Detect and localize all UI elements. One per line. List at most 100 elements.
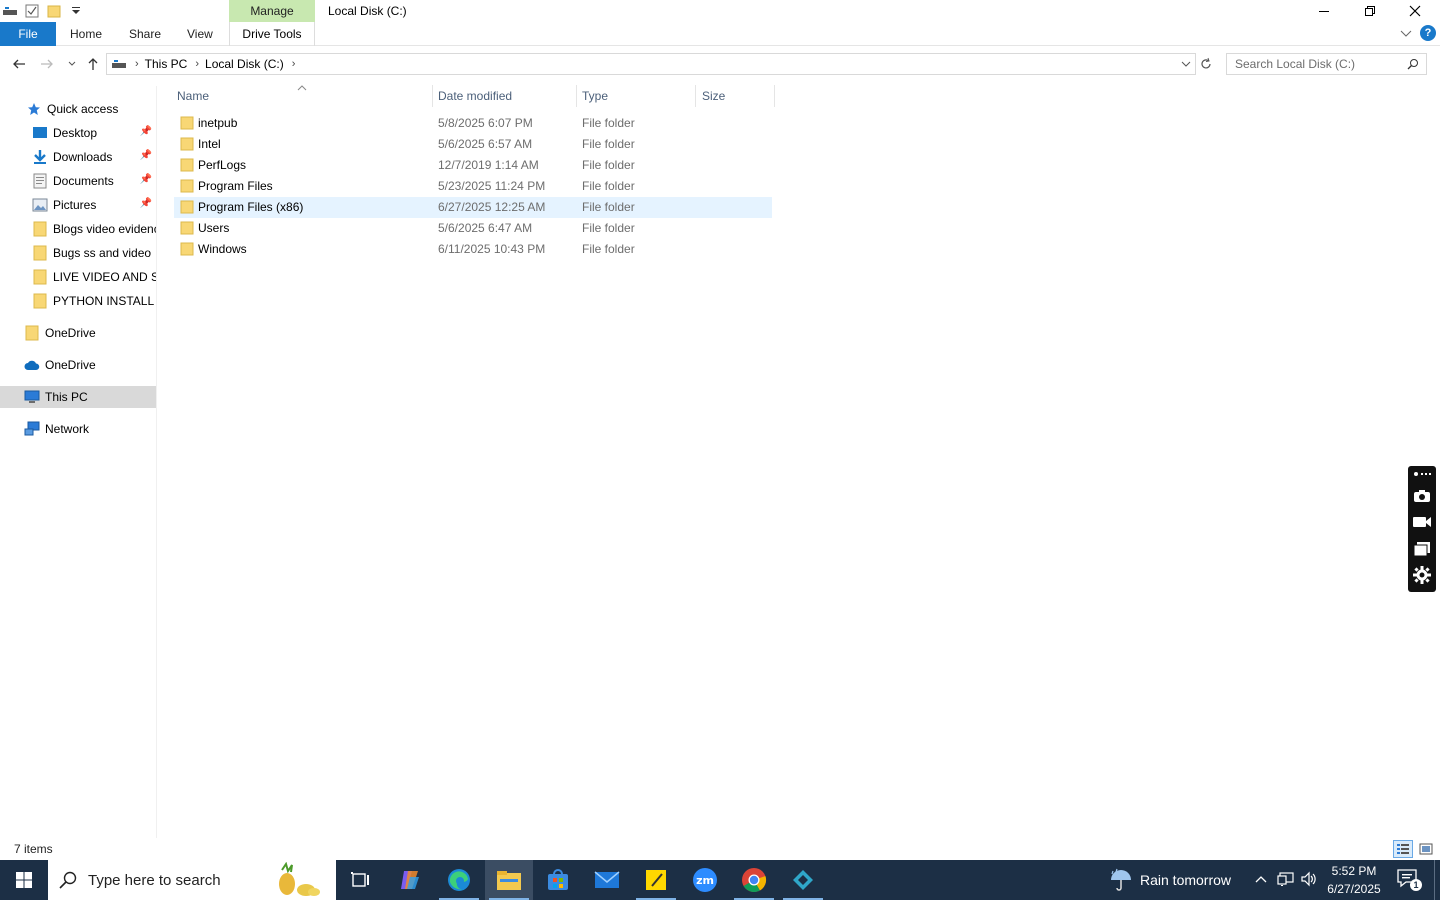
- chrome-app-button[interactable]: [730, 860, 778, 900]
- nav-downloads[interactable]: Downloads 📌: [0, 146, 156, 168]
- star-icon: [26, 101, 42, 117]
- search-icon[interactable]: [1407, 58, 1419, 73]
- column-header-type[interactable]: Type: [576, 85, 696, 107]
- search-input[interactable]: Search Local Disk (C:): [1226, 53, 1427, 75]
- system-clock[interactable]: 5:52 PM 6/27/2025: [1318, 862, 1390, 898]
- tab-share[interactable]: Share: [129, 22, 161, 46]
- close-button[interactable]: [1392, 0, 1438, 22]
- nav-quick-access[interactable]: Quick access: [0, 98, 156, 120]
- pineapple-icon: [279, 862, 320, 896]
- tab-drive-tools[interactable]: Drive Tools: [229, 22, 315, 46]
- taskbar-search-box[interactable]: Type here to search: [48, 860, 336, 900]
- mail-app-button[interactable]: [583, 860, 631, 900]
- expand-ribbon-chevron-icon[interactable]: [1400, 28, 1412, 42]
- weather-widget[interactable]: Rain tomorrow: [1108, 860, 1231, 900]
- search-placeholder: Search Local Disk (C:): [1235, 57, 1356, 71]
- nav-documents[interactable]: Documents 📌: [0, 170, 156, 192]
- tab-view[interactable]: View: [187, 22, 213, 46]
- table-row[interactable]: Program Files 5/23/2025 11:24 PM File fold…: [174, 176, 772, 197]
- file-explorer-app-button[interactable]: [485, 860, 533, 900]
- start-button[interactable]: [0, 860, 48, 900]
- camera-icon[interactable]: [1412, 486, 1432, 506]
- help-button[interactable]: ?: [1420, 25, 1436, 41]
- restore-button[interactable]: [1347, 0, 1393, 22]
- file-date-modified: 5/6/2025 6:47 AM: [438, 221, 533, 235]
- breadcrumb-this-pc[interactable]: This PC: [145, 57, 188, 71]
- task-view-icon: [351, 872, 369, 887]
- gear-icon[interactable]: [1412, 565, 1432, 585]
- taskbar-search-placeholder: Type here to search: [88, 871, 221, 889]
- nav-recent-folder[interactable]: Bugs ss and video: [0, 242, 156, 264]
- nav-network[interactable]: Network: [0, 418, 156, 440]
- file-type: File folder: [582, 242, 635, 256]
- up-button[interactable]: [83, 54, 103, 74]
- large-icons-view-button[interactable]: [1416, 840, 1436, 858]
- copilot-app-button[interactable]: [386, 860, 434, 900]
- sticky-notes-app-button[interactable]: [632, 860, 680, 900]
- tab-file[interactable]: File: [0, 22, 56, 46]
- video-camera-icon[interactable]: [1412, 512, 1432, 532]
- desktop-icon: [32, 125, 48, 141]
- sticky-notes-icon: [646, 870, 666, 890]
- back-button[interactable]: [9, 54, 29, 74]
- qat-customize-icon[interactable]: [66, 1, 86, 21]
- tab-home[interactable]: Home: [70, 22, 102, 46]
- forward-button[interactable]: [37, 54, 57, 74]
- nav-label: Blogs video evidenc: [53, 222, 156, 236]
- table-row[interactable]: Intel 5/6/2025 6:57 AM File folder: [174, 134, 772, 155]
- volume-icon[interactable]: [1300, 871, 1318, 890]
- refresh-icon[interactable]: [1199, 57, 1213, 74]
- properties-icon[interactable]: [22, 1, 42, 21]
- table-row[interactable]: Windows 6/11/2025 10:43 PM File folder: [174, 239, 772, 260]
- nav-recent-folder[interactable]: PYTHON INSTALL A: [0, 290, 156, 312]
- clock-date: 6/27/2025: [1327, 882, 1381, 896]
- file-date-modified: 12/7/2019 1:14 AM: [438, 158, 539, 172]
- zoom-app-button[interactable]: zm: [681, 860, 729, 900]
- folder-icon: [180, 158, 194, 172]
- nav-onedrive-folder[interactable]: OneDrive: [0, 322, 156, 344]
- details-view-button[interactable]: [1393, 840, 1413, 858]
- action-center-button[interactable]: 1: [1396, 868, 1424, 892]
- forward-arrow-icon: [41, 59, 53, 69]
- file-date-modified: 6/11/2025 10:43 PM: [438, 242, 546, 256]
- more-options-icon[interactable]: [1412, 467, 1432, 481]
- nav-pictures[interactable]: Pictures 📌: [0, 194, 156, 216]
- address-dropdown-icon[interactable]: [1180, 59, 1192, 73]
- folder-icon: [24, 325, 40, 341]
- show-hidden-icons-chevron-icon[interactable]: [1254, 873, 1268, 887]
- nav-onedrive[interactable]: OneDrive: [0, 354, 156, 376]
- store-app-button[interactable]: [534, 860, 582, 900]
- edge-app-button[interactable]: [435, 860, 483, 900]
- table-row[interactable]: Program Files (x86) 6/27/2025 12:25 AM Fil…: [174, 197, 772, 218]
- column-header-size[interactable]: Size: [696, 85, 774, 107]
- folder-icon: [32, 269, 48, 285]
- column-header-date[interactable]: Date modified: [432, 85, 576, 107]
- details-view-icon: [1397, 844, 1409, 854]
- computer-icon: [24, 389, 40, 405]
- drive-app-icon[interactable]: [0, 1, 20, 21]
- table-row[interactable]: PerfLogs 12/7/2019 1:14 AM File folder: [174, 155, 772, 176]
- nav-label: This PC: [45, 390, 88, 404]
- minimize-button[interactable]: [1301, 0, 1347, 22]
- pinned-app-button[interactable]: [779, 860, 827, 900]
- file-name: Users: [198, 221, 230, 235]
- breadcrumb-local-disk[interactable]: Local Disk (C:): [205, 57, 284, 71]
- column-divider[interactable]: [774, 85, 775, 107]
- window-capture-icon[interactable]: [1412, 539, 1432, 559]
- table-row[interactable]: inetpub 5/8/2025 6:07 PM File folder: [174, 113, 772, 134]
- nav-recent-folder[interactable]: LIVE VIDEO AND SS: [0, 266, 156, 288]
- nav-desktop[interactable]: Desktop 📌: [0, 122, 156, 144]
- nav-recent-folder[interactable]: Blogs video evidenc: [0, 218, 156, 240]
- new-folder-icon[interactable]: [44, 1, 64, 21]
- show-desktop-button[interactable]: [1434, 860, 1440, 900]
- column-header-name[interactable]: Name: [171, 85, 431, 107]
- store-icon: [548, 869, 568, 890]
- recent-locations-button[interactable]: [62, 54, 82, 74]
- network-status-icon[interactable]: [1277, 871, 1295, 890]
- task-view-button[interactable]: [336, 860, 384, 900]
- nav-this-pc[interactable]: This PC: [0, 386, 156, 408]
- table-row[interactable]: Users 5/6/2025 6:47 AM File folder: [174, 218, 772, 239]
- address-bar[interactable]: › This PC › Local Disk (C:) ›: [106, 53, 1196, 75]
- nav-label: Quick access: [47, 102, 119, 116]
- nav-label: PYTHON INSTALL A: [53, 294, 156, 308]
